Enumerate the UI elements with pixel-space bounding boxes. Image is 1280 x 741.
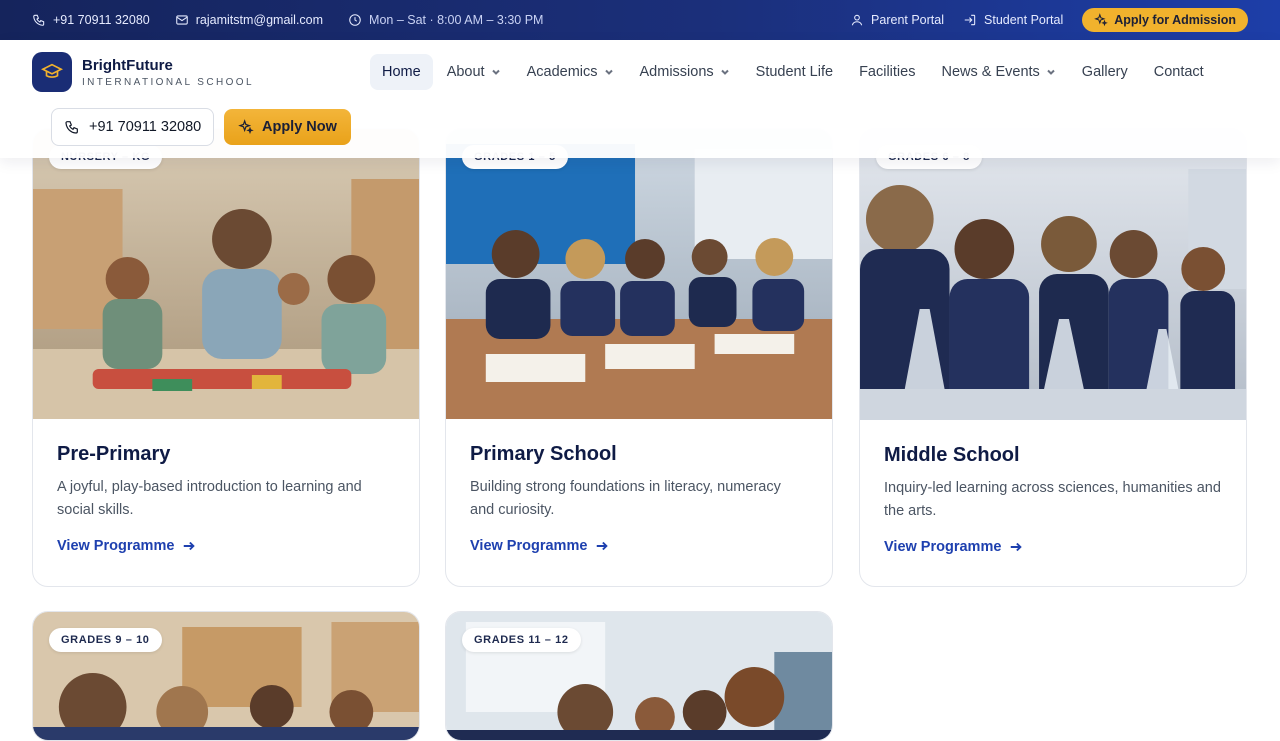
topbar-phone[interactable]: +91 70911 32080 bbox=[32, 13, 150, 27]
chevron-down-icon bbox=[604, 69, 613, 75]
mail-icon bbox=[175, 15, 188, 25]
nav-academics[interactable]: Academics bbox=[515, 54, 626, 90]
brand-subtitle: INTERNATIONAL SCHOOL bbox=[82, 76, 254, 88]
top-bar: +91 70911 32080 rajamitstm@gmail.com Mon… bbox=[0, 0, 1280, 40]
nav-facilities[interactable]: Facilities bbox=[847, 54, 927, 90]
call-button[interactable]: +91 70911 32080 bbox=[51, 108, 215, 146]
programme-description: Building strong foundations in literacy,… bbox=[470, 479, 781, 518]
view-programme-link[interactable]: View Programme bbox=[884, 539, 1222, 555]
nav-student-life-label: Student Life bbox=[755, 64, 834, 80]
sparkle-icon bbox=[1094, 13, 1109, 27]
view-programme-label: View Programme bbox=[57, 538, 175, 554]
classroom-photo: GRADES 1 – 5 bbox=[446, 129, 832, 419]
view-programme-link[interactable]: View Programme bbox=[57, 538, 395, 554]
student-portal-label: Student Portal bbox=[984, 13, 1064, 27]
programme-badge: GRADES 9 – 10 bbox=[49, 628, 162, 652]
apply-admission-label: Apply for Admission bbox=[1114, 13, 1236, 27]
arrow-right-icon bbox=[184, 541, 196, 551]
apply-now-button[interactable]: Apply Now bbox=[224, 109, 351, 145]
apply-now-label: Apply Now bbox=[262, 119, 337, 135]
programme-card-primary: GRADES 1 – 5 Primary School Building str… bbox=[445, 128, 833, 587]
nav-home-label: Home bbox=[382, 64, 421, 80]
parent-portal-link[interactable]: Parent Portal bbox=[850, 13, 944, 27]
apply-admission-button[interactable]: Apply for Admission bbox=[1082, 8, 1248, 32]
programme-description: A joyful, play-based introduction to lea… bbox=[57, 479, 362, 518]
view-programme-label: View Programme bbox=[470, 538, 588, 554]
programme-title: Pre-Primary bbox=[57, 443, 171, 465]
call-button-label: +91 70911 32080 bbox=[89, 119, 202, 135]
phone-icon bbox=[65, 121, 78, 134]
nav-news-events-label: News & Events bbox=[941, 64, 1040, 80]
study-hall-photo: GRADES 9 – 10 bbox=[33, 612, 419, 740]
phone-icon bbox=[33, 14, 45, 26]
topbar-email-text: rajamitstm@gmail.com bbox=[195, 13, 324, 27]
sparkle-icon bbox=[238, 119, 254, 135]
nav-student-life[interactable]: Student Life bbox=[744, 54, 845, 90]
brand-logo[interactable]: BrightFuture INTERNATIONAL SCHOOL bbox=[32, 52, 254, 92]
nav-academics-label: Academics bbox=[526, 64, 598, 80]
nav-facilities-label: Facilities bbox=[859, 64, 916, 80]
programme-badge: GRADES 11 – 12 bbox=[462, 628, 581, 652]
topbar-phone-text: +91 70911 32080 bbox=[53, 13, 150, 27]
graduation-cap-icon bbox=[32, 52, 72, 92]
topbar-email[interactable]: rajamitstm@gmail.com bbox=[175, 13, 323, 27]
nav-gallery[interactable]: Gallery bbox=[1070, 54, 1140, 90]
nav-gallery-label: Gallery bbox=[1081, 64, 1128, 80]
login-icon bbox=[964, 14, 976, 26]
site-header: BrightFuture INTERNATIONAL SCHOOL Home A… bbox=[0, 40, 1280, 158]
programme-card-secondary: GRADES 9 – 10 bbox=[32, 611, 420, 741]
nav-about-label: About bbox=[446, 64, 485, 80]
nav-contact[interactable]: Contact bbox=[1142, 54, 1216, 90]
topbar-hours-text: Mon – Sat · 8:00 AM – 3:30 PM bbox=[369, 13, 544, 27]
arrow-right-icon bbox=[597, 541, 609, 551]
nav-home[interactable]: Home bbox=[370, 54, 433, 90]
programme-card-middle: GRADES 6 – 8 Middle School Inquiry-led l… bbox=[859, 128, 1247, 587]
nav-admissions[interactable]: Admissions bbox=[628, 54, 742, 90]
view-programme-link[interactable]: View Programme bbox=[470, 538, 808, 554]
chevron-down-icon bbox=[1047, 69, 1055, 75]
parent-portal-label: Parent Portal bbox=[871, 13, 945, 27]
programme-card-senior: GRADES 11 – 12 bbox=[445, 611, 833, 741]
clock-icon bbox=[349, 14, 361, 26]
programme-description: Inquiry-led learning across sciences, hu… bbox=[884, 480, 1221, 519]
student-portal-link[interactable]: Student Portal bbox=[963, 13, 1063, 27]
nav-admissions-label: Admissions bbox=[639, 64, 714, 80]
programme-title: Middle School bbox=[884, 444, 1020, 466]
library-photo: GRADES 11 – 12 bbox=[446, 612, 832, 740]
programme-card-pre-primary: NURSERY – KG Pre-Primary A joyful, play-… bbox=[32, 128, 420, 587]
chevron-down-icon bbox=[491, 69, 500, 75]
programme-title: Primary School bbox=[470, 443, 617, 465]
laboratory-photo: GRADES 6 – 8 bbox=[860, 129, 1246, 420]
arrow-right-icon bbox=[1011, 542, 1023, 552]
user-icon bbox=[851, 14, 863, 26]
view-programme-label: View Programme bbox=[884, 539, 1002, 555]
nav-contact-label: Contact bbox=[1153, 64, 1204, 80]
chevron-down-icon bbox=[720, 69, 729, 75]
main-nav: Home About Academics Admissions Student … bbox=[370, 54, 1218, 90]
brand-name: BrightFuture bbox=[82, 56, 173, 74]
classroom-photo: NURSERY – KG bbox=[33, 129, 419, 419]
topbar-hours: Mon – Sat · 8:00 AM – 3:30 PM bbox=[348, 13, 543, 27]
nav-about[interactable]: About bbox=[435, 54, 513, 90]
nav-news-events[interactable]: News & Events bbox=[929, 54, 1067, 90]
